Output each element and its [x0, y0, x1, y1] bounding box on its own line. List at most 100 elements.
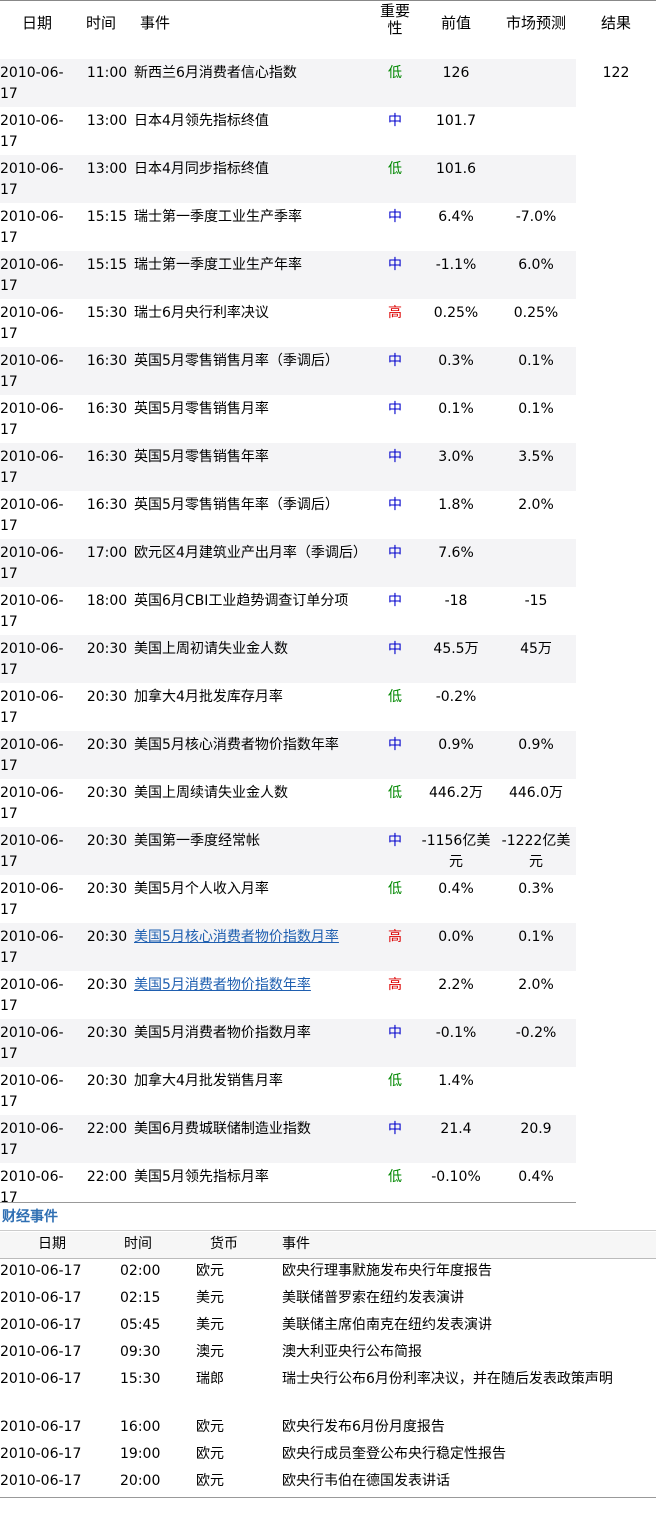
forecast-cell: 0.1% [496, 347, 576, 395]
event-cell: 新西兰6月消费者信心指数 [134, 59, 374, 107]
date-part-1: 2010-06- [0, 1121, 64, 1137]
date-cell: 2010-06- 17 [0, 539, 80, 587]
date-cell: 2010-06- 17 [0, 1163, 80, 1211]
date-cell: 2010-06- 17 [0, 347, 80, 395]
header-event: 事件 [140, 14, 171, 32]
fe-event-cell: 瑞士央行公布6月份利率决议，并在随后发表政策声明 [282, 1371, 613, 1387]
fe-header-currency: 货币 [210, 1236, 238, 1252]
event-cell: 美国5月领先指标月率 [134, 1163, 374, 1211]
result-cell [576, 491, 656, 539]
date-part-2: 17 [0, 806, 18, 822]
table-row: 2010-06- 17 16:30 英国5月零售销售月率 中 0.1% 0.1% [0, 395, 656, 443]
forecast-cell [496, 59, 576, 107]
time-cell: 15:15 [86, 209, 128, 225]
event-cell: 英国5月零售销售月率（季调后） [134, 347, 374, 395]
importance-cell: 低 [388, 1169, 402, 1185]
header-forecast: 市场预测 [505, 14, 566, 32]
event-link[interactable]: 美国5月消费者物价指数年率 [134, 977, 311, 993]
previous-cell: 0.1% [438, 401, 474, 417]
fe-currency-cell: 美元 [196, 1290, 224, 1306]
result-cell [576, 971, 656, 1019]
time-cell: 20:30 [86, 1073, 128, 1089]
date-cell: 2010-06- 17 [0, 731, 80, 779]
date-cell: 2010-06- 17 [0, 635, 80, 683]
date-cell: 2010-06- 17 [0, 251, 80, 299]
time-cell: 20:30 [80, 1019, 134, 1067]
date-cell: 2010-06- 17 [0, 299, 80, 347]
list-item: 2010-06-17 05:45 美元 美联储主席伯南克在纽约发表演讲 [0, 1312, 656, 1339]
event-cell: 瑞士第一季度工业生产年率 [134, 251, 374, 299]
event-name: 日本4月领先指标终值 [134, 113, 269, 129]
forecast-cell: 0.3% [518, 881, 554, 897]
forecast-cell [496, 683, 576, 731]
fe-event-cell: 欧央行发布6月份月度报告 [282, 1419, 445, 1435]
economic-calendar-table: 日期 时间 事件 重要性 前值 市场预测 结果 2010-06- 17 11:00 新… [0, 1, 656, 1211]
time-cell: 13:00 [80, 155, 134, 203]
forecast-cell: -15 [524, 593, 548, 609]
date-part-1: 2010-06- [0, 257, 64, 273]
fe-time-cell: 02:00 [120, 1263, 161, 1279]
importance-cell: 中 [374, 539, 416, 587]
table-row: 2010-06- 17 20:30 美国上周初请失业金人数 中 45.5万 45万 [0, 635, 656, 683]
date-part-2: 17 [0, 662, 18, 678]
result-cell [576, 107, 656, 155]
time-cell: 20:30 [80, 923, 134, 971]
event-name: 新西兰6月消费者信心指数 [134, 65, 297, 81]
event-name: 美国5月个人收入月率 [134, 881, 269, 897]
event-cell: 加拿大4月批发销售月率 [134, 1067, 374, 1115]
previous-cell: 2.2% [438, 977, 474, 993]
fe-time-cell: 20:00 [120, 1473, 161, 1489]
importance-cell: 中 [374, 1019, 416, 1067]
date-cell: 2010-06- 17 [0, 587, 80, 635]
forecast-cell: -1222亿美元 [496, 827, 576, 875]
date-part-2: 17 [0, 566, 18, 582]
fe-date-cell: 2010-06-17 [0, 1371, 82, 1387]
event-name: 美国上周初请失业金人数 [134, 641, 288, 657]
fe-time-cell: 15:30 [120, 1371, 161, 1387]
event-cell[interactable]: 美国5月核心消费者物价指数月率 [134, 923, 374, 971]
date-part-1: 2010-06- [0, 785, 64, 801]
finance-events-title: 财经事件 [2, 1209, 58, 1225]
event-cell[interactable]: 美国5月消费者物价指数年率 [134, 971, 374, 1019]
previous-cell: -0.2% [435, 689, 477, 705]
calendar-bottom-rule [0, 1202, 576, 1203]
importance-cell: 中 [374, 1115, 416, 1163]
date-part-1: 2010-06- [0, 929, 64, 945]
fe-currency-cell: 瑞郎 [196, 1371, 224, 1387]
event-cell: 美国6月费城联储制造业指数 [134, 1115, 374, 1163]
fe-event-cell: 欧央行韦伯在德国发表讲话 [282, 1473, 450, 1489]
date-part-2: 17 [0, 710, 18, 726]
event-name: 美国5月核心消费者物价指数年率 [134, 737, 339, 753]
fe-currency-cell: 美元 [196, 1317, 224, 1333]
event-link[interactable]: 美国5月核心消费者物价指数月率 [134, 929, 339, 945]
event-name: 英国5月零售销售年率 [134, 449, 269, 465]
list-item: 2010-06-17 09:30 澳元 澳大利亚央行公布简报 [0, 1339, 656, 1366]
forecast-cell: 6.0% [496, 251, 576, 299]
previous-cell: 446.2万 [428, 785, 484, 801]
event-cell: 美国上周续请失业金人数 [134, 779, 374, 827]
date-part-2: 17 [0, 1094, 18, 1110]
forecast-cell: 2.0% [518, 497, 554, 513]
table-row: 2010-06- 17 22:00 美国5月领先指标月率 低 -0.10% 0.4% [0, 1163, 656, 1211]
event-cell: 英国5月零售销售月率 [134, 395, 374, 443]
date-part-2: 17 [0, 518, 18, 534]
event-name: 加拿大4月批发库存月率 [134, 689, 283, 705]
event-cell: 欧元区4月建筑业产出月率（季调后） [134, 539, 374, 587]
result-cell [576, 779, 656, 827]
importance-cell: 中 [388, 593, 402, 609]
forecast-cell [496, 155, 576, 203]
importance-cell: 中 [374, 731, 416, 779]
event-name: 英国5月零售销售年率（季调后） [134, 497, 339, 513]
previous-cell: 45.5万 [416, 635, 496, 683]
table-row: 2010-06- 17 11:00 新西兰6月消费者信心指数 低 126 122 [0, 59, 656, 107]
importance-cell: 中 [374, 443, 416, 491]
date-part-1: 2010-06- [0, 977, 64, 993]
importance-cell: 高 [388, 305, 402, 321]
result-cell [576, 1067, 656, 1115]
fe-date-cell: 2010-06-17 [0, 1317, 82, 1333]
date-part-1: 2010-06- [0, 1169, 64, 1185]
event-cell: 日本4月领先指标终值 [134, 107, 374, 155]
date-part-1: 2010-06- [0, 401, 64, 417]
event-cell: 英国5月零售销售年率 [134, 443, 374, 491]
table-row: 2010-06- 17 20:30 加拿大4月批发库存月率 低 -0.2% [0, 683, 656, 731]
